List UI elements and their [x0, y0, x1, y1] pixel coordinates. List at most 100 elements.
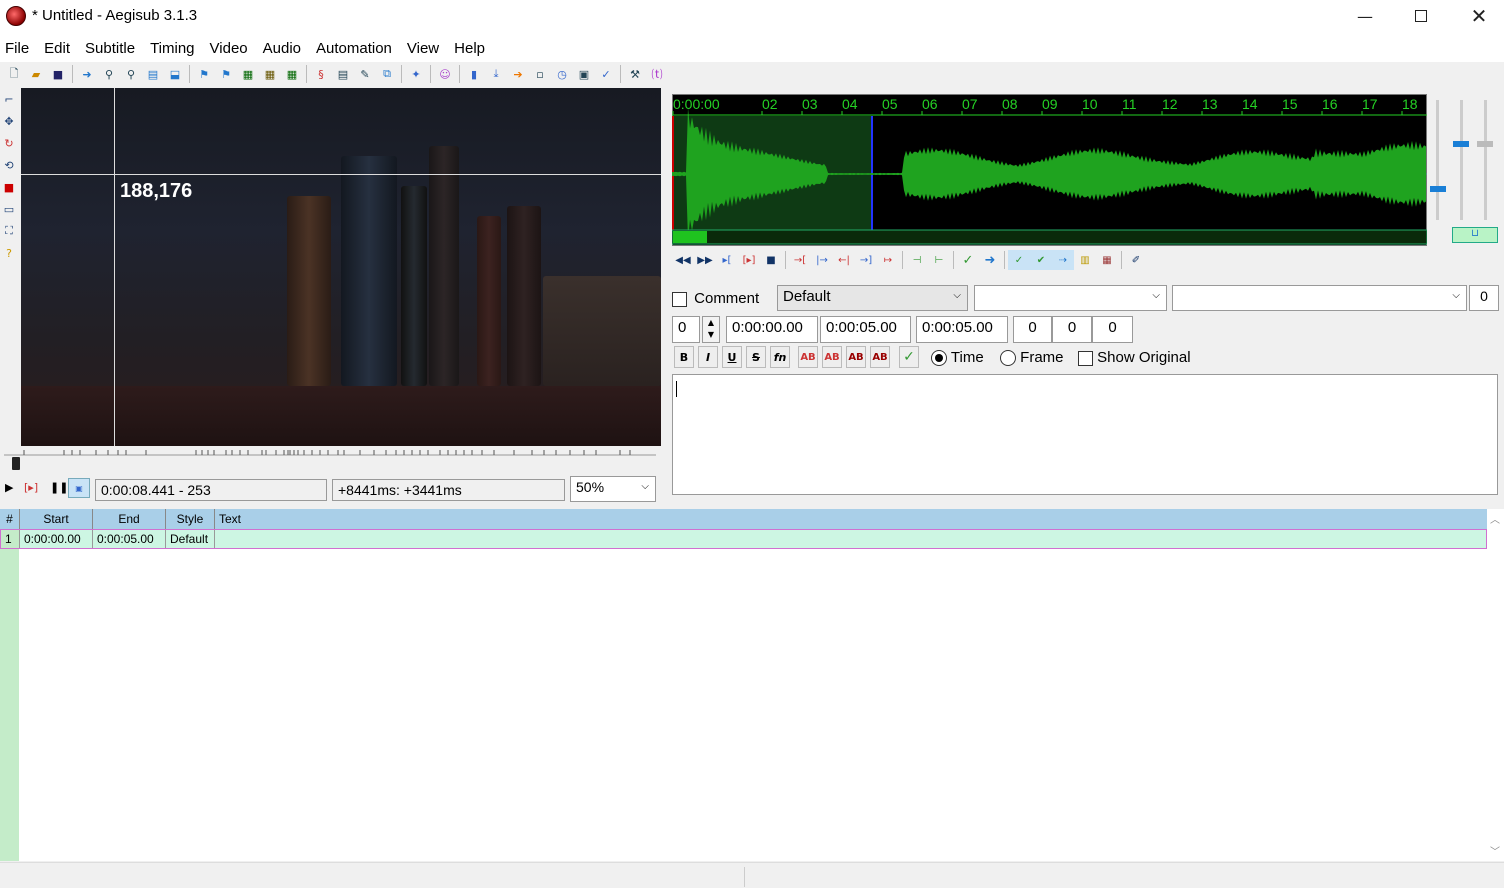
duration-field[interactable]: 0:00:05.00 [916, 316, 1008, 343]
zoom-out-icon[interactable]: ⚲ [120, 64, 142, 84]
horizontal-zoom-track[interactable] [1484, 100, 1487, 220]
automation-icon[interactable]: ⒯ [646, 64, 668, 84]
chevron-up-icon[interactable]: ▲ [708, 318, 714, 327]
clock-icon[interactable]: ◷ [551, 64, 573, 84]
next-line-icon[interactable]: ▶▶ [694, 250, 716, 270]
timing-postprocessor-icon[interactable]: ✦ [405, 64, 427, 84]
header-style[interactable]: Style [166, 509, 215, 529]
bold-button[interactable]: B [674, 346, 694, 368]
margin-right-field[interactable]: 0 [1052, 316, 1092, 343]
maximize-button[interactable] [1398, 0, 1444, 32]
go-to-icon[interactable]: ➜ [979, 250, 1001, 270]
styles-manager-icon[interactable]: § [310, 64, 332, 84]
spell-check-icon[interactable]: ✓ [595, 64, 617, 84]
show-original-checkbox[interactable]: Show Original [1078, 349, 1191, 366]
zoom-in-icon[interactable]: ⚲ [98, 64, 120, 84]
properties-icon[interactable]: ▦ [237, 64, 259, 84]
scale-tool-icon[interactable]: ■ [0, 176, 18, 198]
shadow-color-button[interactable]: AB [870, 346, 890, 368]
save-file-icon[interactable]: ■ [47, 64, 69, 84]
commit-button[interactable]: ✓ [899, 346, 919, 368]
primary-color-button[interactable]: AB [798, 346, 818, 368]
margin-vertical-field[interactable]: 0 [1092, 316, 1133, 343]
audio-volume-track[interactable] [1436, 100, 1439, 220]
menu-file[interactable]: File [5, 40, 36, 57]
shift-times-icon[interactable]: ▮ [463, 64, 485, 84]
effect-select[interactable]: ⌵ [1172, 285, 1467, 311]
strikeout-button[interactable]: S [746, 346, 766, 368]
stop-audio-icon[interactable]: ■ [760, 250, 782, 270]
vertical-zoom-thumb[interactable] [1453, 141, 1469, 147]
close-button[interactable]: ✕ [1456, 0, 1502, 32]
italic-button[interactable]: I [698, 346, 718, 368]
audio-options-icon[interactable]: ▣ [573, 64, 595, 84]
vector-clip-icon[interactable]: ⛶ [0, 220, 18, 242]
time-radio[interactable]: Time [931, 349, 984, 367]
horizontal-zoom-thumb[interactable] [1477, 141, 1493, 147]
new-file-icon[interactable]: 🗋 [3, 64, 25, 84]
audio-waveform[interactable]: 0:00:00 02 03 04 05 06 07 08 09 10 11 12 13 14 15 16 17 1… [672, 94, 1427, 246]
karaoke-toggle-icon[interactable]: ▦ [1096, 250, 1118, 270]
vertical-zoom-track[interactable] [1460, 100, 1463, 220]
lead-out-icon[interactable]: ⊢ [928, 250, 950, 270]
play-to-end-icon[interactable]: ↦ [877, 250, 899, 270]
comment-checkbox[interactable]: Comment [672, 290, 759, 307]
table-row[interactable]: 1 0:00:00.00 0:00:05.00 Default [0, 529, 1487, 549]
menu-timing[interactable]: Timing [150, 40, 201, 57]
menu-subtitle[interactable]: Subtitle [85, 40, 142, 57]
snap-start-icon[interactable]: ⤓ [485, 64, 507, 84]
margin-left-field[interactable]: 0 [1013, 316, 1052, 343]
commit-icon[interactable]: ✓ [957, 250, 979, 270]
layer-spinner[interactable]: ▲ ▼ [702, 316, 720, 343]
header-number[interactable]: # [0, 509, 20, 529]
play-current-line-icon[interactable]: [▸] [738, 250, 760, 270]
autoscroll-toggle-icon[interactable]: ▣ [68, 478, 90, 498]
menu-automation[interactable]: Automation [316, 40, 399, 57]
open-file-icon[interactable]: ▰ [25, 64, 47, 84]
clip-tool-icon[interactable]: ▭ [0, 198, 18, 220]
translation-assistant-icon[interactable]: ✎ [354, 64, 376, 84]
replace-icon[interactable]: ⚑ [215, 64, 237, 84]
chevron-down-icon[interactable]: ﹀ [1490, 843, 1500, 858]
standard-tool-icon[interactable]: ⌐ [0, 88, 18, 110]
chevron-down-icon[interactable]: ▼ [708, 330, 714, 339]
rotate-xy-icon[interactable]: ⟲ [0, 154, 18, 176]
kanji-timer-icon[interactable]: ☺ [434, 64, 456, 84]
header-text[interactable]: Text [215, 509, 1487, 529]
grid-scrollbar[interactable]: ︿ ﹀ [1487, 509, 1504, 861]
menu-audio[interactable]: Audio [263, 40, 308, 57]
layer-field[interactable]: 0 [672, 316, 700, 343]
comment-checkbox-box[interactable] [672, 292, 687, 307]
font-button[interactable]: fn [770, 346, 790, 368]
play-last-icon[interactable]: ←| [833, 250, 855, 270]
play-icon[interactable]: ▶ [5, 481, 13, 494]
pause-icon[interactable]: ❚❚ [50, 481, 68, 494]
styling-assistant-icon[interactable]: ▤ [332, 64, 354, 84]
rotate-z-icon[interactable]: ↻ [0, 132, 18, 154]
play-line-icon[interactable]: [▸] [24, 481, 38, 494]
lead-in-icon[interactable]: ⊣ [906, 250, 928, 270]
end-time-field[interactable]: 0:00:05.00 [820, 316, 911, 343]
time-radio-button[interactable] [931, 350, 947, 367]
secondary-color-button[interactable]: AB [822, 346, 842, 368]
autonext-toggle-icon[interactable]: ✔ [1030, 250, 1052, 270]
header-end[interactable]: End [93, 509, 166, 529]
autocommit-toggle-icon[interactable]: ✓ [1008, 250, 1030, 270]
resample-icon[interactable]: ⧉ [376, 64, 398, 84]
link-volume-toggle-icon[interactable]: ⊔ [1452, 227, 1498, 243]
start-time-field[interactable]: 0:00:00.00 [726, 316, 818, 343]
menu-help[interactable]: Help [454, 40, 492, 57]
autoscroll-audio-toggle-icon[interactable]: ⇢ [1052, 250, 1074, 270]
outline-color-button[interactable]: AB [846, 346, 866, 368]
header-start[interactable]: Start [20, 509, 93, 529]
subtitle-text-editor[interactable] [672, 374, 1498, 495]
video-display[interactable] [21, 88, 661, 446]
attachments-icon[interactable]: ▦ [259, 64, 281, 84]
underline-button[interactable]: U [722, 346, 742, 368]
show-original-box[interactable] [1078, 350, 1093, 366]
fonts-collector-icon[interactable]: ▦ [281, 64, 303, 84]
jump-start-icon[interactable]: ⬓ [164, 64, 186, 84]
karaoke-mode-icon[interactable]: ✐ [1125, 250, 1147, 270]
actor-select[interactable]: ⌵ [974, 285, 1167, 311]
play-selection-icon[interactable]: ▸[ [716, 250, 738, 270]
